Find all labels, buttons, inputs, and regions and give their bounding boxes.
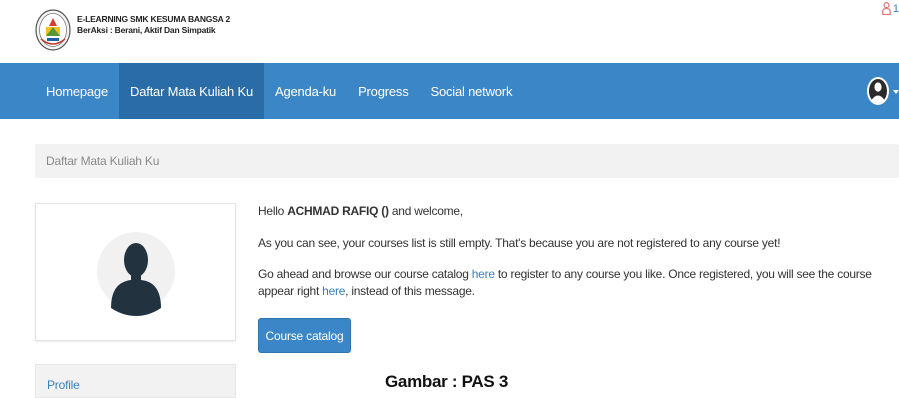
greeting-suffix: and welcome, <box>388 204 463 218</box>
school-logo[interactable] <box>35 9 71 51</box>
greeting-prefix: Hello <box>258 204 288 218</box>
default-avatar-icon <box>97 232 175 316</box>
user-menu[interactable] <box>866 63 899 119</box>
breadcrumb-current: Daftar Mata Kuliah Ku <box>46 154 160 168</box>
user-notification-icon <box>882 2 891 15</box>
nav-social-network[interactable]: Social network <box>420 63 524 119</box>
sidebar-item-profile[interactable]: Profile <box>47 378 80 392</box>
figure-caption: Gambar : PAS 3 <box>385 372 509 391</box>
breadcrumb: Daftar Mata Kuliah Ku <box>35 144 899 178</box>
browse-prefix: Go ahead and browse our course catalog <box>258 267 472 281</box>
user-avatar-icon <box>867 77 889 105</box>
browse-catalog-message: Go ahead and browse our course catalog h… <box>258 266 899 300</box>
user-name: ACHMAD RAFIQ () <box>287 204 389 218</box>
course-catalog-button[interactable]: Course catalog <box>258 318 351 353</box>
site-name: E-LEARNING SMK KESUMA BANGSA 2 <box>77 14 230 24</box>
notification-count: 1 <box>892 2 899 15</box>
greeting-text: Hello ACHMAD RAFIQ () and welcome, <box>258 203 463 220</box>
nav-homepage[interactable]: Homepage <box>35 63 119 119</box>
sidebar-menu: Profile <box>35 364 236 398</box>
chevron-down-icon <box>893 90 899 94</box>
nav-agenda[interactable]: Agenda-ku <box>264 63 347 119</box>
site-brand: E-LEARNING SMK KESUMA BANGSA 2 BerAksi :… <box>77 14 230 36</box>
browse-suffix: , instead of this message. <box>345 284 475 298</box>
profile-card <box>35 203 236 341</box>
main-navbar: Homepage Daftar Mata Kuliah Ku Agenda-ku… <box>0 63 899 119</box>
notifications[interactable]: 1 <box>882 2 899 15</box>
nav-my-courses[interactable]: Daftar Mata Kuliah Ku <box>119 63 264 119</box>
right-here-link[interactable]: here <box>322 284 345 298</box>
nav-progress[interactable]: Progress <box>347 63 419 119</box>
top-header: E-LEARNING SMK KESUMA BANGSA 2 BerAksi :… <box>0 0 899 63</box>
site-tagline: BerAksi : Berani, Aktif Dan Simpatik <box>77 25 216 35</box>
catalog-here-link[interactable]: here <box>472 267 495 281</box>
empty-courses-message: As you can see, your courses list is sti… <box>258 236 781 250</box>
